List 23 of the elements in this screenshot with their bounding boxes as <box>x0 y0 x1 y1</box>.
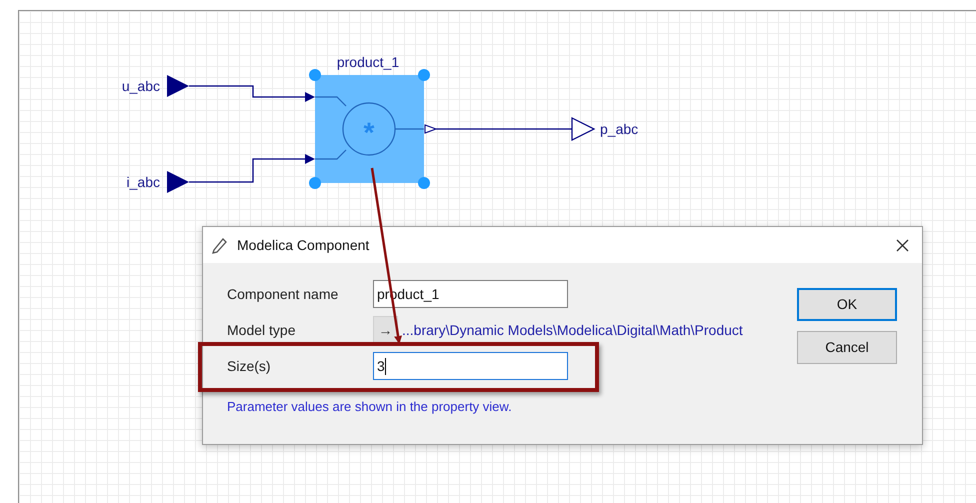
window-title: Modelica Component <box>237 236 370 255</box>
model-path-link[interactable]: ...brary\Dynamic Models\Modelica\Digital\Math\Product <box>402 320 743 340</box>
output-port-icon[interactable] <box>571 117 596 141</box>
port-label: p_abc <box>600 121 638 137</box>
input-port-icon[interactable] <box>167 171 189 193</box>
field-label: Component name <box>227 284 340 304</box>
resize-handle[interactable] <box>309 177 321 189</box>
resize-handle[interactable] <box>309 69 321 81</box>
info-text: Parameter values are shown in the property view. <box>227 398 513 416</box>
resize-handle[interactable] <box>418 177 430 189</box>
block-label: product_1 <box>336 54 400 70</box>
input-port-icon[interactable] <box>167 75 189 97</box>
dialog-button[interactable]: OK <box>797 288 897 321</box>
port-label: u_abc <box>122 78 160 94</box>
field-label: Model type <box>227 320 296 340</box>
dialog-button[interactable]: Cancel <box>797 331 897 364</box>
resize-handle[interactable] <box>418 69 430 81</box>
field-label: Size(s) <box>227 356 272 376</box>
port-label: i_abc <box>126 174 160 190</box>
input-field[interactable]: 3 <box>373 352 568 380</box>
close-icon <box>896 238 908 252</box>
pencil-icon <box>211 236 229 254</box>
output-port-icon[interactable] <box>424 124 438 134</box>
